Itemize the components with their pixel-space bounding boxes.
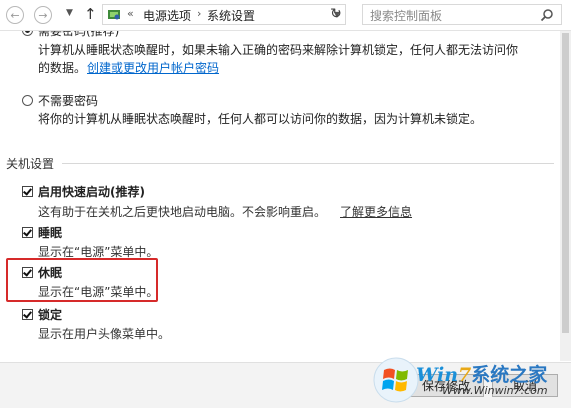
watermark-brand: Win7系统之家 [416, 364, 548, 386]
recent-pages-chevron-down-icon[interactable]: ▼ [66, 8, 73, 18]
change-password-link[interactable]: 创建或更改用户帐户密码 [87, 59, 219, 76]
breadcrumb-separator: › [197, 7, 202, 20]
address-field[interactable]: « 电源选项 › 系统设置 ▼ [102, 4, 346, 25]
lock-description: 显示在用户头像菜单中。 [38, 327, 171, 341]
fast-startup-description: 这有助于在关机之后更快地启动电脑。不会影响重启。 [38, 205, 327, 219]
search-placeholder: 搜索控制面板 [370, 9, 443, 23]
control-panel-icon [108, 10, 120, 20]
fast-startup-checkbox[interactable] [22, 186, 33, 197]
fast-startup-label: 启用快速启动(推荐) [38, 185, 145, 199]
watermark-url: Www.Winwin7.com [442, 384, 548, 397]
no-password-radio[interactable] [22, 95, 33, 106]
up-arrow-icon[interactable]: ↑ [84, 5, 97, 23]
breadcrumb-power-options[interactable]: 电源选项 [143, 7, 191, 24]
section-divider [62, 163, 554, 164]
shutdown-settings-title: 关机设置 [6, 157, 55, 171]
lock-checkbox[interactable] [22, 309, 33, 320]
windows-logo-icon [373, 357, 419, 403]
require-password-radio[interactable] [22, 31, 33, 36]
no-password-description: 将你的计算机从睡眠状态唤醒时，任何人都可以访问你的数据，因为计算机未锁定。 [38, 112, 483, 126]
learn-more-link[interactable]: 了解更多信息 [340, 203, 412, 220]
breadcrumb-system-settings[interactable]: 系统设置 [207, 7, 255, 24]
site-watermark: Win7系统之家 Www.Winwin7.com [372, 352, 571, 407]
forward-button[interactable]: → [34, 6, 52, 24]
lock-label: 锁定 [38, 308, 63, 322]
refresh-icon[interactable]: ↻ [326, 4, 346, 25]
settings-content: 需要密码(推荐) 计算机从睡眠状态唤醒时，如果未输入正确的密码来解除计算机锁定，… [0, 31, 560, 361]
no-password-label: 不需要密码 [38, 94, 99, 108]
scrollbar-thumb[interactable] [562, 33, 569, 333]
require-password-description: 计算机从睡眠状态唤醒时，如果未输入正确的密码来解除计算机锁定，任何人都无法访问你 [38, 43, 519, 57]
vertical-scrollbar[interactable] [560, 31, 571, 361]
search-field[interactable]: 搜索控制面板 [362, 4, 562, 25]
require-password-label: 需要密码(推荐) [38, 31, 120, 38]
address-toolbar: ← → ▼ ↑ « 电源选项 › 系统设置 ▼ ↻ 搜索控制面板 [0, 0, 571, 31]
sleep-label: 睡眠 [38, 226, 63, 240]
sleep-checkbox[interactable] [22, 227, 33, 238]
hibernate-highlight-box [6, 258, 158, 302]
breadcrumb-overflow-icon[interactable]: « [127, 7, 134, 20]
search-icon[interactable] [540, 8, 554, 22]
require-password-description-end: 的数据。 [38, 61, 87, 75]
back-button[interactable]: ← [6, 6, 24, 24]
